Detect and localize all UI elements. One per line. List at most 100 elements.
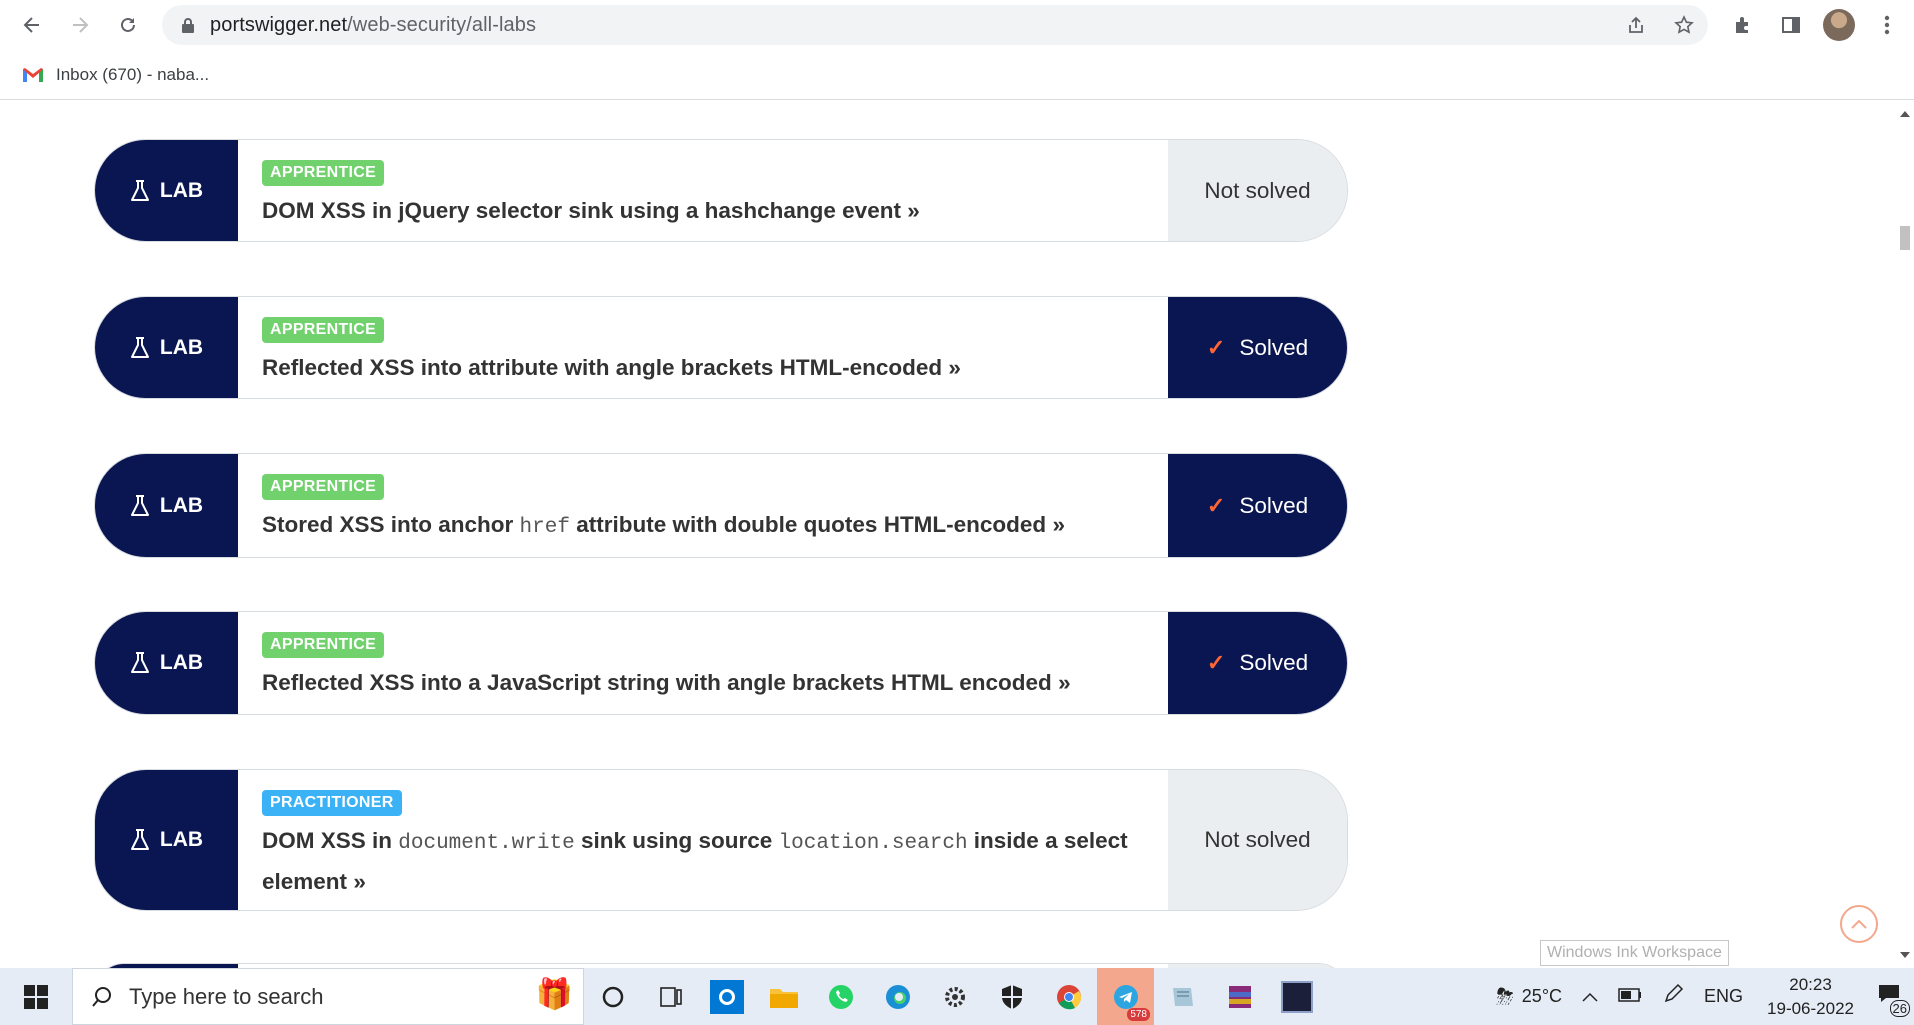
clock-time: 20:23 [1789,974,1832,994]
taskbar-search[interactable]: Type here to search 🎁 [72,968,584,1025]
system-tray: ⛈ 25°C ENG 20:23 19-06-2022 26 [1486,968,1914,1025]
profile-avatar[interactable] [1823,7,1855,43]
battery-icon[interactable] [1608,986,1652,1007]
lab-title[interactable]: Stored XSS into anchor href attribute wi… [262,506,1144,547]
labs-page: LAB APPRENTICE DOM XSS in jQuery selecto… [0,101,1896,968]
lab-title-text: Reflected XSS into attribute with angle … [262,355,943,380]
bookmark-label: Inbox (670) - naba... [56,64,210,84]
lab-body: APPRENTICE Reflected XSS into attribute … [238,297,1168,398]
tooltip: Windows Ink Workspace [1540,940,1729,966]
lab-card[interactable]: LAB APPRENTICE Reflected XSS into a Java… [94,611,1348,715]
app-icon-dark[interactable] [1268,968,1325,1025]
page-scrollbar[interactable] [1896,101,1914,968]
lab-card[interactable]: LAB PRACTITIONER DOM XSS in document.wri… [94,769,1348,911]
whatsapp-icon[interactable] [812,968,869,1025]
side-panel-icon[interactable] [1775,7,1807,43]
notes-app-icon[interactable] [1154,968,1211,1025]
lab-body: APPRENTICE DOM XSS in jQuery selector si… [238,140,1168,241]
lab-title-code: document.write [398,832,575,855]
double-chevron-icon: » [907,198,920,223]
windows-logo-icon [24,984,48,1009]
windows-taskbar: Type here to search 🎁 578 ⛈ 25°C ENG 20:… [0,968,1914,1025]
lab-title-code: href [519,516,570,539]
language-indicator[interactable]: ENG [1694,986,1753,1007]
status-label: Not solved [1204,177,1311,203]
scroll-thumb[interactable] [1900,226,1910,250]
start-button[interactable] [0,968,72,1025]
url-path: /web-security/all-labs [347,13,537,36]
arrow-left-icon [23,17,39,33]
lock-icon [180,17,196,33]
scroll-up-icon[interactable] [1900,111,1910,117]
lab-title-text: Reflected XSS into a JavaScript string w… [262,670,1052,695]
lab-title[interactable]: DOM XSS in document.write sink using sou… [262,822,1144,901]
lab-tag: LAB [95,454,238,557]
star-icon[interactable] [1672,13,1696,37]
url-text: portswigger.net/web-security/all-labs [210,14,536,37]
level-badge: PRACTITIONER [262,790,402,816]
flask-icon [130,652,149,673]
lab-tag: LAB [95,612,238,714]
double-chevron-icon: » [353,869,366,894]
status-badge: ✓ Solved [1168,297,1347,398]
telegram-icon[interactable]: 578 [1097,968,1154,1025]
level-badge: APPRENTICE [262,160,385,186]
scroll-to-top-button[interactable] [1840,905,1878,943]
lab-title-code: location.search [778,832,968,855]
address-bar[interactable]: portswigger.net/web-security/all-labs [162,5,1708,45]
chrome-icon[interactable] [1040,968,1097,1025]
lab-tag: LAB [95,140,238,241]
search-icon [92,986,111,1007]
winrar-icon[interactable] [1211,968,1268,1025]
lab-card[interactable]: LAB APPRENTICE DOM XSS in jQuery selecto… [94,139,1348,242]
double-chevron-icon: » [948,355,961,380]
status-label: Solved [1239,492,1309,518]
lab-tag-label: LAB [159,178,204,202]
lab-title[interactable]: Reflected XSS into attribute with angle … [262,349,1144,387]
cortana-icon[interactable] [584,968,641,1025]
status-label: Solved [1239,650,1309,675]
notification-badge: 578 [1127,1008,1150,1021]
lab-tag-label: LAB [159,651,204,674]
bookmark-gmail[interactable]: Inbox (670) - naba... [22,65,209,85]
lab-body: APPRENTICE Reflected XSS into a JavaScri… [238,612,1168,714]
lab-body: APPRENTICE Stored XSS into anchor href a… [238,454,1168,557]
share-icon[interactable] [1624,13,1648,37]
chevron-up-icon[interactable] [1572,986,1608,1007]
checkmark-icon: ✓ [1206,492,1226,518]
pen-icon[interactable] [1652,983,1694,1010]
checkmark-icon: ✓ [1206,334,1226,360]
search-placeholder: Type here to search [129,983,324,1009]
edge-icon[interactable] [869,968,926,1025]
clock[interactable]: 20:23 19-06-2022 [1753,973,1868,1021]
lab-body: PRACTITIONER DOM XSS in document.write s… [238,770,1168,910]
flask-icon [130,494,149,516]
forward-button[interactable] [60,5,100,45]
lab-tag-label: LAB [159,493,204,517]
notification-center[interactable]: 26 [1868,984,1914,1017]
double-chevron-icon: » [1052,512,1065,537]
lab-title[interactable]: DOM XSS in jQuery selector sink using a … [262,192,1144,230]
security-shield-icon[interactable] [983,968,1040,1025]
menu-kebab-icon[interactable] [1871,7,1903,43]
app-icon-blue[interactable] [698,968,755,1025]
status-label: Solved [1239,334,1309,360]
back-button[interactable] [12,5,52,45]
task-view-icon[interactable] [641,968,698,1025]
reload-button[interactable] [108,5,148,45]
weather-widget[interactable]: ⛈ 25°C [1486,984,1572,1010]
extensions-icon[interactable] [1727,7,1759,43]
lab-title[interactable]: Reflected XSS into a JavaScript string w… [262,664,1144,702]
scroll-down-icon[interactable] [1900,952,1910,958]
level-badge: APPRENTICE [262,632,385,658]
lab-title-text: Stored XSS into anchor [262,512,520,537]
flask-icon [130,179,149,201]
status-badge: Not solved [1168,770,1347,910]
clock-date: 19-06-2022 [1767,998,1854,1018]
avatar [1823,9,1855,41]
file-explorer-icon[interactable] [755,968,812,1025]
settings-gear-icon[interactable] [926,968,983,1025]
lab-card[interactable]: LAB APPRENTICE Reflected XSS into attrib… [94,296,1348,399]
flask-icon [130,829,149,850]
lab-card[interactable]: LAB APPRENTICE Stored XSS into anchor hr… [94,453,1348,558]
